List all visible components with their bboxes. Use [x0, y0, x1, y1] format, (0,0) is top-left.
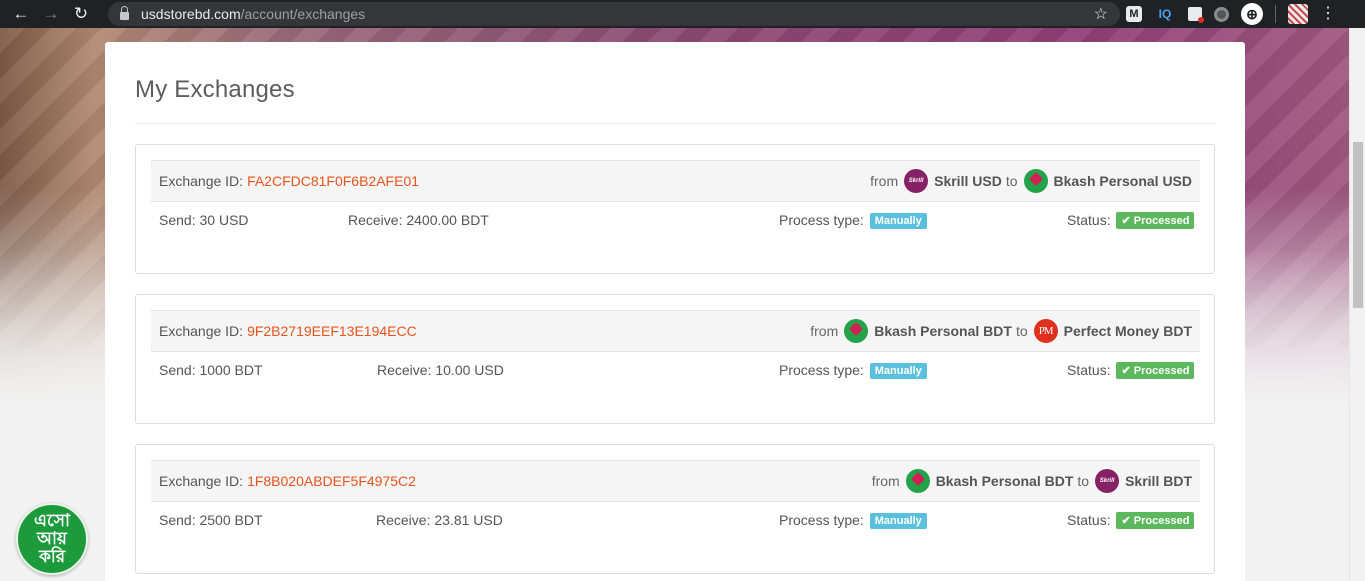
vertical-scrollbar[interactable] [1349, 28, 1365, 581]
chat-badge-line: করি [38, 546, 66, 566]
from-label: from [871, 473, 900, 489]
skrill-logo: Skrill [904, 169, 929, 193]
check-icon: ✔ [1121, 515, 1131, 527]
status-badge: ✔ Processed [1116, 212, 1195, 229]
chat-badge-line: আয় [37, 529, 67, 549]
profile-avatar[interactable] [1288, 4, 1308, 24]
lock-icon [120, 6, 129, 20]
exchanges-panel: My Exchanges Exchange ID: FA2CFDC81F0F6B… [105, 42, 1245, 581]
process-type-label: Process type: [779, 212, 864, 228]
send-amount: Send: 2500 BDT [159, 512, 263, 528]
exchange-card: Exchange ID: 1F8B020ABDEF5F4975C2 from B… [135, 444, 1215, 574]
status-badge: ✔ Processed [1116, 362, 1195, 379]
exchange-id-label: Exchange ID: [159, 473, 244, 489]
status-label: Status: [1067, 362, 1111, 378]
address-bar[interactable]: usdstorebd.com/account/exchanges ☆ [108, 2, 1120, 26]
bkash-logo [1023, 169, 1048, 193]
status-label: Status: [1067, 212, 1111, 228]
exchange-card-header: Exchange ID: 9F2B2719EEF13E194ECC from B… [151, 310, 1200, 352]
send-amount: Send: 30 USD [159, 212, 249, 228]
to-service: Skrill BDT [1125, 473, 1192, 489]
chat-badge-line: এসো [34, 511, 70, 531]
exchange-route: from Skrill Skrill USD to Bkash Personal… [870, 169, 1192, 193]
status-label: Status: [1067, 512, 1111, 528]
extensions-area: M IQ ⊕ ⋮ [1126, 0, 1336, 28]
exchange-card: Exchange ID: FA2CFDC81F0F6B2AFE01 from S… [135, 144, 1215, 274]
menu-kebab-icon[interactable]: ⋮ [1320, 6, 1336, 22]
from-service: Skrill USD [934, 173, 1002, 189]
exchange-details: Send: 30 USD Receive: 2400.00 BDT Proces… [159, 212, 1195, 232]
iq-icon[interactable]: IQ [1154, 5, 1176, 23]
bookmark-star-icon[interactable]: ☆ [1094, 4, 1108, 24]
circle-extension-icon[interactable] [1214, 6, 1229, 22]
to-label: to [1005, 173, 1018, 189]
process-type-badge: Manually [869, 363, 927, 379]
from-label: from [810, 323, 839, 339]
status: Status: ✔ Processed [1067, 212, 1195, 229]
target-extension-icon[interactable]: ⊕ [1241, 3, 1263, 25]
status-text: Processed [1133, 365, 1190, 377]
receive-amount: Receive: 2400.00 BDT [348, 212, 489, 228]
exchange-route: from Bkash Personal BDT to Skrill Skrill… [872, 469, 1192, 493]
receive-amount: Receive: 23.81 USD [376, 512, 503, 528]
back-button-icon[interactable]: ← [6, 0, 36, 28]
to-label: to [1015, 323, 1028, 339]
chat-badge-button[interactable]: এসো আয় করি [16, 503, 88, 575]
exchange-card-header: Exchange ID: 1F8B020ABDEF5F4975C2 from B… [151, 460, 1200, 502]
receive-amount: Receive: 10.00 USD [377, 362, 504, 378]
perfect-money-logo: PM [1033, 319, 1058, 343]
exchange-card: Exchange ID: 9F2B2719EEF13E194ECC from B… [135, 294, 1215, 424]
chart-extension-icon[interactable] [1188, 7, 1204, 23]
status: Status: ✔ Processed [1067, 512, 1195, 529]
to-service: Perfect Money BDT [1063, 323, 1192, 339]
toolbar-divider [1275, 5, 1276, 23]
exchange-card-header: Exchange ID: FA2CFDC81F0F6B2AFE01 from S… [151, 160, 1200, 202]
check-icon: ✔ [1121, 365, 1131, 377]
bkash-logo [844, 319, 869, 343]
exchange-id-value: FA2CFDC81F0F6B2AFE01 [247, 173, 420, 189]
url-path: /account/exchanges [240, 6, 366, 22]
from-service: Bkash Personal BDT [935, 473, 1074, 489]
from-service: Bkash Personal BDT [874, 323, 1012, 339]
title-divider [135, 123, 1215, 124]
process-type-label: Process type: [779, 512, 864, 528]
skrill-logo: Skrill [1095, 469, 1120, 493]
status-text: Processed [1133, 215, 1190, 227]
exchange-id-value: 9F2B2719EEF13E194ECC [247, 323, 417, 339]
check-icon: ✔ [1121, 215, 1131, 227]
forward-button-icon[interactable]: → [36, 0, 66, 28]
process-type: Process type: Manually [779, 362, 927, 379]
process-type-label: Process type: [779, 362, 864, 378]
exchange-route: from Bkash Personal BDT to PM Perfect Mo… [810, 319, 1192, 343]
exchange-id-value: 1F8B020ABDEF5F4975C2 [247, 473, 416, 489]
exchange-id-label: Exchange ID: [159, 323, 244, 339]
status-badge: ✔ Processed [1116, 512, 1195, 529]
process-type-badge: Manually [869, 513, 927, 529]
to-label: to [1077, 473, 1090, 489]
status: Status: ✔ Processed [1067, 362, 1195, 379]
m-icon[interactable]: M [1126, 6, 1142, 22]
reload-button-icon[interactable]: ↻ [66, 0, 96, 28]
bkash-logo [905, 469, 930, 493]
exchange-details: Send: 1000 BDT Receive: 10.00 USD Proces… [159, 362, 1195, 382]
process-type-badge: Manually [869, 213, 927, 229]
exchange-id-label: Exchange ID: [159, 173, 244, 189]
browser-toolbar: ← → ↻ usdstorebd.com/account/exchanges ☆… [0, 0, 1365, 28]
process-type: Process type: Manually [779, 212, 927, 229]
send-amount: Send: 1000 BDT [159, 362, 263, 378]
process-type: Process type: Manually [779, 512, 927, 529]
exchange-details: Send: 2500 BDT Receive: 23.81 USD Proces… [159, 512, 1195, 532]
status-text: Processed [1133, 515, 1190, 527]
page-title: My Exchanges [135, 76, 295, 103]
scrollbar-thumb[interactable] [1353, 142, 1363, 308]
from-label: from [870, 173, 899, 189]
url-host: usdstorebd.com [141, 6, 241, 22]
to-service: Bkash Personal USD [1053, 173, 1193, 189]
